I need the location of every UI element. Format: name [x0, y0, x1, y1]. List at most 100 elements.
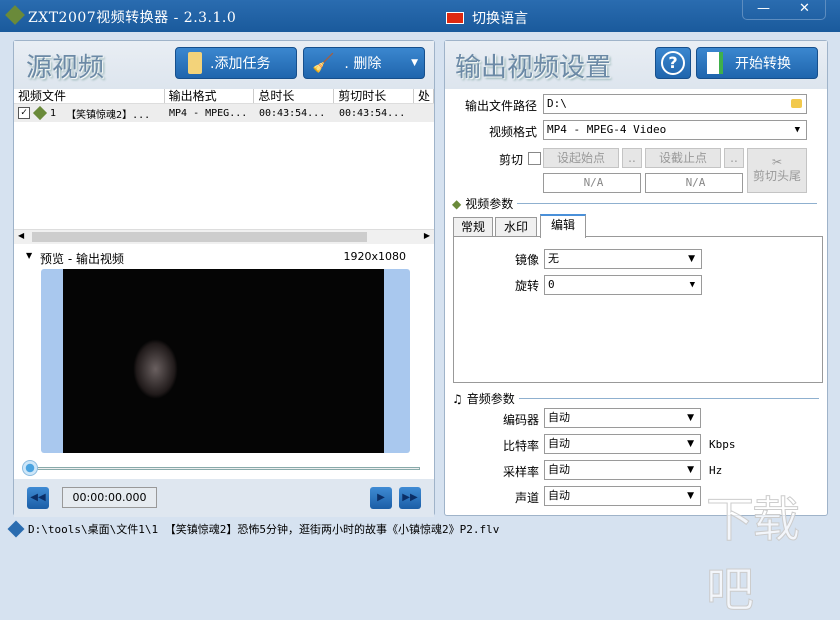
column-total[interactable]: 总时长 — [254, 89, 335, 103]
set-start-button[interactable]: 设起始点 — [543, 148, 619, 168]
film-icon: ◆ — [452, 196, 462, 211]
info-icon — [7, 520, 25, 538]
scroll-left-icon[interactable]: ◀ — [18, 231, 24, 240]
bitrate-label: 比特率 — [502, 439, 539, 453]
add-task-label: .添加任务 — [210, 56, 271, 72]
close-button[interactable]: ✕ — [784, 0, 825, 19]
video-figure — [133, 339, 178, 399]
bitrate-select[interactable]: 自动 — [544, 434, 701, 454]
flag-icon — [446, 12, 464, 24]
edit-tab-content: 镜像 无 旋转 0 — [453, 236, 823, 383]
output-panel: 输出视频设置 ? 开始转换 输出文件路径 D:\ 视频格式 MP4 - MPEG… — [444, 40, 828, 516]
video-params-section: ◆ 视频参数 — [452, 195, 817, 212]
row-name: 【笑镇惊魂2】... — [66, 109, 151, 121]
collapse-icon[interactable]: ▼ — [26, 251, 32, 260]
delete-button[interactable]: 🧹 . 删除 ▼ — [303, 47, 425, 79]
table-header: 视频文件 输出格式 总时长 剪切时长 处 — [14, 89, 434, 104]
language-label: 切换语言 — [472, 11, 528, 27]
rewind-icon[interactable]: ◀◀ — [27, 487, 49, 509]
source-title: 源视频 — [26, 53, 105, 83]
column-cut[interactable]: 剪切时长 — [334, 89, 415, 103]
rotate-label: 旋转 — [514, 279, 539, 293]
watermark-logo: 下载吧 — [706, 492, 801, 619]
start-more-button[interactable]: .. — [622, 148, 642, 168]
row-cut: 00:43:54... — [339, 107, 406, 119]
add-task-button[interactable]: .添加任务 — [175, 47, 297, 79]
time-display: 00:00:00.000 — [62, 487, 157, 508]
seek-slider[interactable] — [28, 467, 420, 470]
start-convert-label: 开始转换 — [735, 56, 791, 72]
path-input[interactable]: D:\ — [543, 94, 807, 114]
output-title: 输出视频设置 — [455, 53, 612, 83]
preview-label: 预览 - 输出视频 — [40, 252, 124, 266]
samplerate-unit: Hz — [709, 464, 723, 477]
status-text: D:\tools\桌面\文件1\1 【笑镇惊魂2】恐怖5分钟，逛街两小时的故事《… — [28, 523, 500, 536]
scroll-thumb[interactable] — [32, 232, 367, 242]
folder-icon — [188, 52, 202, 74]
tab-general[interactable]: 常规 — [453, 217, 493, 237]
app-icon — [5, 5, 25, 25]
cut-checkbox[interactable] — [528, 152, 541, 165]
rotate-select[interactable]: 0 — [544, 275, 702, 295]
column-format[interactable]: 输出格式 — [165, 89, 255, 103]
start-value: N/A — [543, 173, 641, 193]
help-icon: ? — [661, 51, 685, 75]
encoder-select[interactable]: 自动 — [544, 408, 701, 428]
row-format: MP4 - MPEG... — [169, 107, 248, 119]
preview-resolution: 1920x1080 — [343, 250, 407, 263]
video-params-title: 视频参数 — [465, 197, 514, 211]
output-header: 输出视频设置 ? 开始转换 — [445, 41, 827, 89]
audio-params-section: ♫ 音频参数 — [452, 390, 819, 407]
window-controls: — ✕ — [742, 0, 826, 20]
minimize-button[interactable]: — — [743, 0, 784, 19]
tab-watermark[interactable]: 水印 — [495, 217, 537, 237]
scroll-right-icon[interactable]: ▶ — [424, 231, 430, 240]
mirror-select[interactable]: 无 — [544, 249, 702, 269]
film-icon — [32, 105, 48, 121]
chevron-down-icon[interactable]: ▼ — [411, 58, 418, 68]
row-checkbox[interactable]: ✓ — [18, 107, 30, 119]
bitrate-unit: Kbps — [709, 438, 736, 451]
channel-select[interactable]: 自动 — [544, 486, 701, 506]
preview-area: ▼ 预览 - 输出视频 1920x1080 ◀◀ 00:00:00.000 ▶ … — [14, 246, 434, 517]
channel-label: 声道 — [514, 491, 539, 505]
play-icon[interactable]: ▶ — [370, 487, 392, 509]
set-end-button[interactable]: 设截止点 — [645, 148, 721, 168]
window-title: ZXT2007视频转换器 - 2.3.1.0 — [28, 10, 237, 26]
cut-ends-button[interactable]: ✂ 剪切头尾 — [747, 148, 807, 193]
tab-edit[interactable]: 编辑 — [540, 214, 586, 238]
path-label: 输出文件路径 — [464, 99, 537, 113]
folder-icon[interactable] — [791, 99, 802, 108]
row-total: 00:43:54... — [259, 107, 326, 119]
format-select[interactable]: MP4 - MPEG-4 Video — [543, 120, 807, 140]
cut-ends-label: 剪切头尾 — [752, 169, 801, 183]
scissors-icon: ✂ — [771, 155, 783, 169]
mirror-label: 镜像 — [514, 253, 539, 267]
audio-params-title: 音频参数 — [466, 392, 515, 406]
end-value: N/A — [645, 173, 743, 193]
samplerate-select[interactable]: 自动 — [544, 460, 701, 480]
seek-thumb[interactable] — [22, 460, 38, 476]
path-value: D:\ — [547, 97, 567, 110]
start-convert-button[interactable]: 开始转换 — [696, 47, 818, 79]
end-more-button[interactable]: .. — [724, 148, 744, 168]
language-button[interactable]: 切换语言 — [446, 8, 528, 28]
row-index: 1 — [50, 107, 57, 119]
title-bar: ZXT2007视频转换器 - 2.3.1.0 切换语言 — ✕ — [0, 0, 840, 32]
fast-forward-icon[interactable]: ▶▶ — [399, 487, 421, 509]
video-frame — [41, 269, 410, 453]
table-row[interactable]: ✓ 1 【笑镇惊魂2】... MP4 - MPEG... 00:43:54... … — [14, 104, 434, 122]
delete-label: . 删除 — [344, 56, 382, 72]
column-file[interactable]: 视频文件 — [14, 89, 165, 103]
source-panel: 源视频 .添加任务 🧹 . 删除 ▼ 视频文件 输出格式 总时长 剪切时长 处 … — [13, 40, 435, 517]
horizontal-scrollbar[interactable]: ◀ ▶ — [14, 229, 434, 244]
encoder-label: 编码器 — [502, 413, 539, 427]
convert-icon — [707, 52, 723, 74]
broom-icon: 🧹 — [312, 52, 335, 74]
playback-controls: ◀◀ 00:00:00.000 ▶ ▶▶ — [14, 479, 434, 517]
help-button[interactable]: ? — [655, 47, 691, 79]
column-process[interactable]: 处 — [414, 89, 434, 103]
format-label: 视频格式 — [488, 125, 537, 139]
video-canvas — [63, 269, 384, 453]
samplerate-label: 采样率 — [502, 465, 539, 479]
